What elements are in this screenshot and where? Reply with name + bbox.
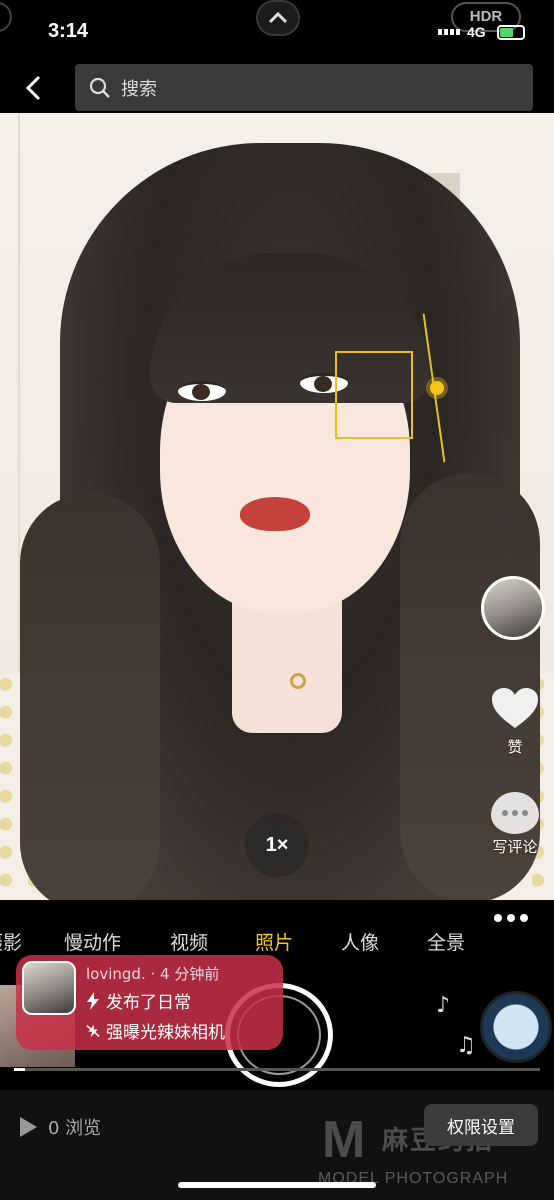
camera-viewfinder[interactable]: 1× — [0, 113, 554, 900]
mode-item-photo[interactable]: 照片 — [255, 928, 293, 955]
zoom-button[interactable]: 1× — [245, 813, 309, 877]
heart-icon — [492, 688, 538, 728]
activity-avatar[interactable] — [22, 961, 76, 1015]
top-nav: 搜索 — [0, 62, 554, 114]
permission-settings-button[interactable]: 权限设置 — [424, 1104, 538, 1146]
comment-icon — [491, 792, 539, 834]
like-button[interactable]: 赞 — [488, 686, 542, 757]
music-note-icon-2: ♫ — [456, 1033, 476, 1058]
flash-off-icon — [86, 1022, 100, 1040]
activity-card[interactable]: lovingd. · 4 分钟前 发布了日常 强曝光辣妹相机 — [16, 955, 283, 1050]
music-note-icon: ♪ — [436, 993, 451, 1018]
activity-line-1-text: 发布了日常 — [106, 993, 191, 1013]
focus-box — [335, 351, 413, 439]
like-label: 赞 — [507, 738, 523, 756]
progress-fill — [14, 1068, 25, 1071]
comment-button[interactable]: 写评论 — [482, 792, 548, 857]
author-avatar[interactable] — [481, 576, 545, 640]
battery-icon — [497, 25, 525, 40]
status-indicator — [0, 2, 12, 32]
mode-item-panorama[interactable]: 全景 — [427, 928, 465, 955]
activity-line-2: 强曝光辣妹相机 — [86, 1018, 225, 1043]
collapse-button[interactable] — [256, 0, 300, 36]
watermark-logo: M — [322, 1111, 366, 1169]
search-input[interactable]: 搜索 — [75, 64, 533, 111]
necklace — [290, 673, 306, 689]
mode-item-slomo-prev[interactable]: 摄影 — [0, 928, 22, 955]
camera-mode-bar: 摄影 慢动作 视频 照片 人像 全景 — [0, 900, 554, 960]
signal-icon — [438, 29, 460, 35]
activity-user: lovingd. · 4 分钟前 — [86, 965, 220, 983]
activity-line-2-text: 强曝光辣妹相机 — [106, 1023, 225, 1043]
status-time: 3:14 — [48, 20, 89, 42]
chevron-left-icon — [25, 75, 41, 101]
flash-icon — [86, 991, 100, 1010]
hair-left — [20, 493, 160, 900]
lips — [240, 497, 310, 531]
play-icon — [18, 1116, 38, 1138]
mode-item-portrait[interactable]: 人像 — [341, 928, 379, 955]
network-type: 4G — [467, 24, 486, 40]
progress-track[interactable] — [14, 1068, 540, 1071]
comment-label: 写评论 — [492, 838, 538, 856]
status-bar: 3:14 HDR 4G — [0, 0, 554, 62]
music-disc[interactable] — [480, 991, 552, 1063]
search-icon — [89, 77, 111, 99]
exposure-sun-icon[interactable] — [430, 381, 444, 395]
left-eye — [178, 381, 226, 401]
views-count: 0 浏览 — [48, 1118, 102, 1139]
battery-level — [500, 28, 513, 37]
activity-line-1: 发布了日常 — [86, 988, 191, 1013]
search-placeholder: 搜索 — [121, 78, 157, 100]
back-button[interactable] — [18, 72, 48, 104]
chevron-up-icon — [268, 12, 288, 24]
more-options-button[interactable] — [494, 914, 528, 922]
mode-item-video[interactable]: 视频 — [170, 928, 208, 955]
mode-item-slowmotion[interactable]: 慢动作 — [64, 928, 121, 955]
home-indicator[interactable] — [178, 1182, 376, 1188]
